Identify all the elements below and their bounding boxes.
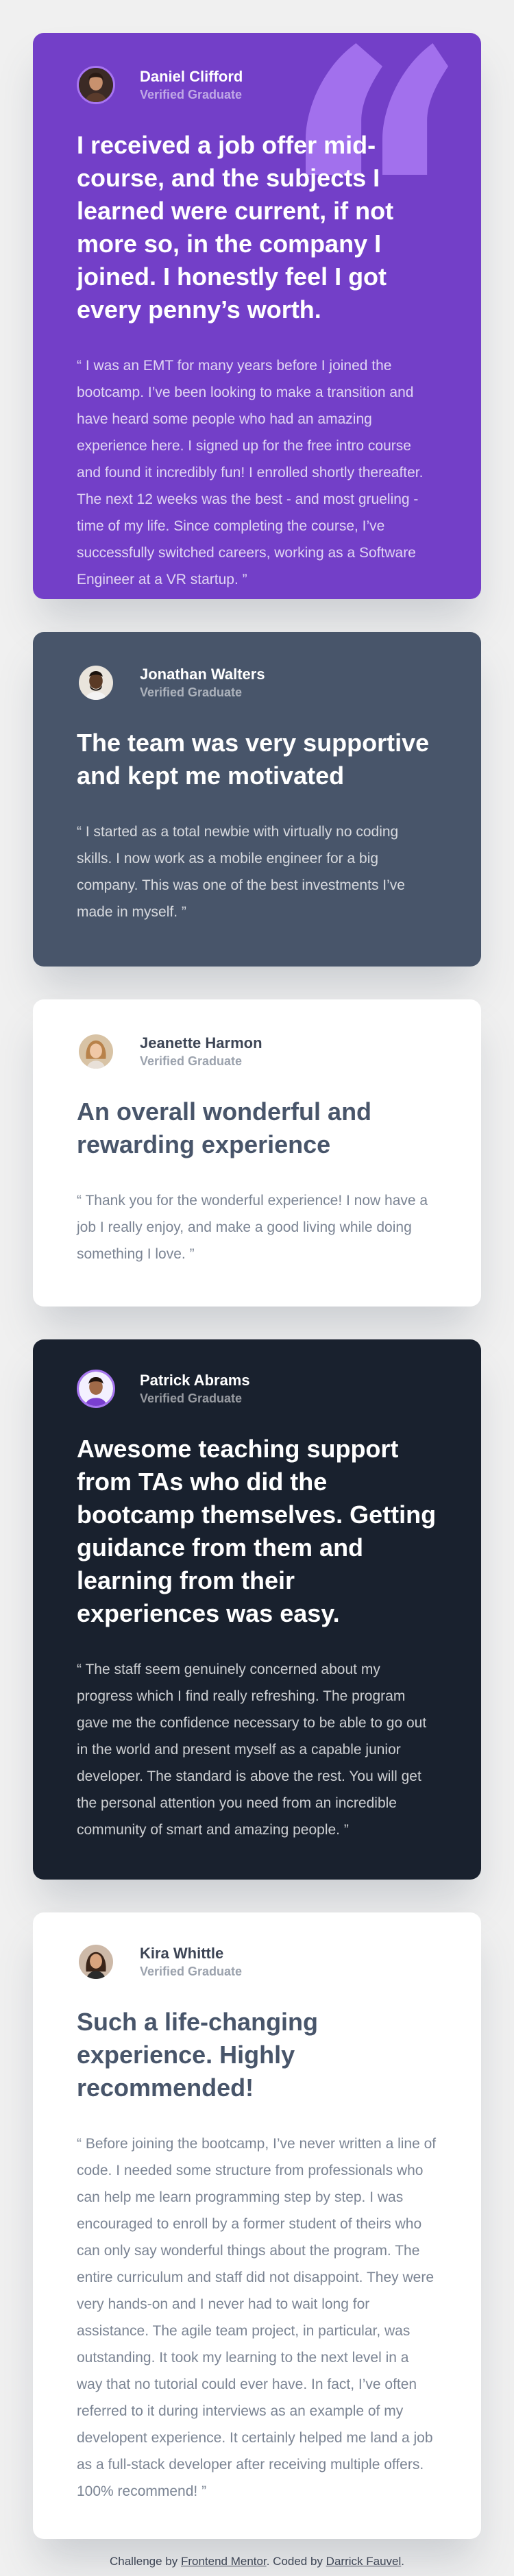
testimonial-body: “ The staff seem genuinely concerned abo… — [77, 1662, 427, 1838]
testimonial-headline: An overall wonderful and rewarding exper… — [77, 1097, 372, 1158]
testimonial-card-jeanette: Jeanette Harmon Verified Graduate An ove… — [33, 999, 481, 1307]
attribution-suffix: . — [401, 2555, 404, 2568]
avatar — [77, 664, 115, 702]
author-status: Verified Graduate — [140, 1965, 243, 1978]
avatar-photo-daniel — [79, 68, 113, 102]
testimonial-card-jonathan: Jonathan Walters Verified Graduate The t… — [33, 632, 481, 967]
testimonial-headline: The team was very supportive and kept me… — [77, 729, 430, 790]
frontend-mentor-link[interactable]: Frontend Mentor — [181, 2555, 267, 2568]
author-name: Patrick Abrams — [140, 1372, 250, 1389]
attribution-prefix: Challenge by — [110, 2555, 181, 2568]
author-status: Verified Graduate — [140, 685, 243, 699]
testimonial-body: “ Before joining the bootcamp, I’ve neve… — [77, 2136, 437, 2499]
author-name: Daniel Clifford — [140, 68, 243, 85]
author-header: Jonathan Walters Verified Graduate — [77, 664, 437, 702]
author-header: Jeanette Harmon Verified Graduate — [77, 1032, 437, 1071]
avatar-photo-jeanette — [79, 1034, 113, 1069]
attribution: Challenge by Frontend Mentor. Coded by D… — [0, 2554, 514, 2569]
attribution-middle: . Coded by — [266, 2555, 326, 2568]
testimonial-headline: Awesome teaching support from TAs who di… — [77, 1435, 437, 1627]
testimonial-headline: I received a job offer mid-course, and t… — [77, 131, 394, 324]
avatar — [77, 1032, 115, 1071]
testimonial-body: “ I started as a total newbie with virtu… — [77, 824, 405, 920]
testimonial-body: “ I was an EMT for many years before I j… — [77, 358, 424, 587]
author-name: Jonathan Walters — [140, 666, 265, 683]
author-header: Kira Whittle Verified Graduate — [77, 1943, 437, 1981]
avatar — [77, 1943, 115, 1981]
avatar — [77, 66, 115, 104]
testimonial-headline: Such a life-changing experience. Highly … — [77, 2008, 319, 2102]
author-status: Verified Graduate — [140, 1392, 243, 1405]
author-name: Jeanette Harmon — [140, 1034, 262, 1052]
author-status: Verified Graduate — [140, 1054, 243, 1068]
author-status: Verified Graduate — [140, 88, 243, 101]
testimonial-body: “ Thank you for the wonderful experience… — [77, 1193, 428, 1262]
testimonial-card-patrick: Patrick Abrams Verified Graduate Awesome… — [33, 1339, 481, 1880]
avatar-photo-patrick — [79, 1372, 113, 1406]
author-header: Patrick Abrams Verified Graduate — [77, 1370, 437, 1408]
testimonial-card-daniel: Daniel Clifford Verified Graduate I rece… — [33, 33, 481, 599]
avatar-photo-jonathan — [79, 666, 113, 700]
author-header: Daniel Clifford Verified Graduate — [77, 66, 437, 104]
testimonial-card-kira: Kira Whittle Verified Graduate Such a li… — [33, 1912, 481, 2539]
avatar — [77, 1370, 115, 1408]
author-link[interactable]: Darrick Fauvel — [326, 2555, 402, 2568]
author-name: Kira Whittle — [140, 1945, 224, 1962]
avatar-photo-kira — [79, 1945, 113, 1979]
